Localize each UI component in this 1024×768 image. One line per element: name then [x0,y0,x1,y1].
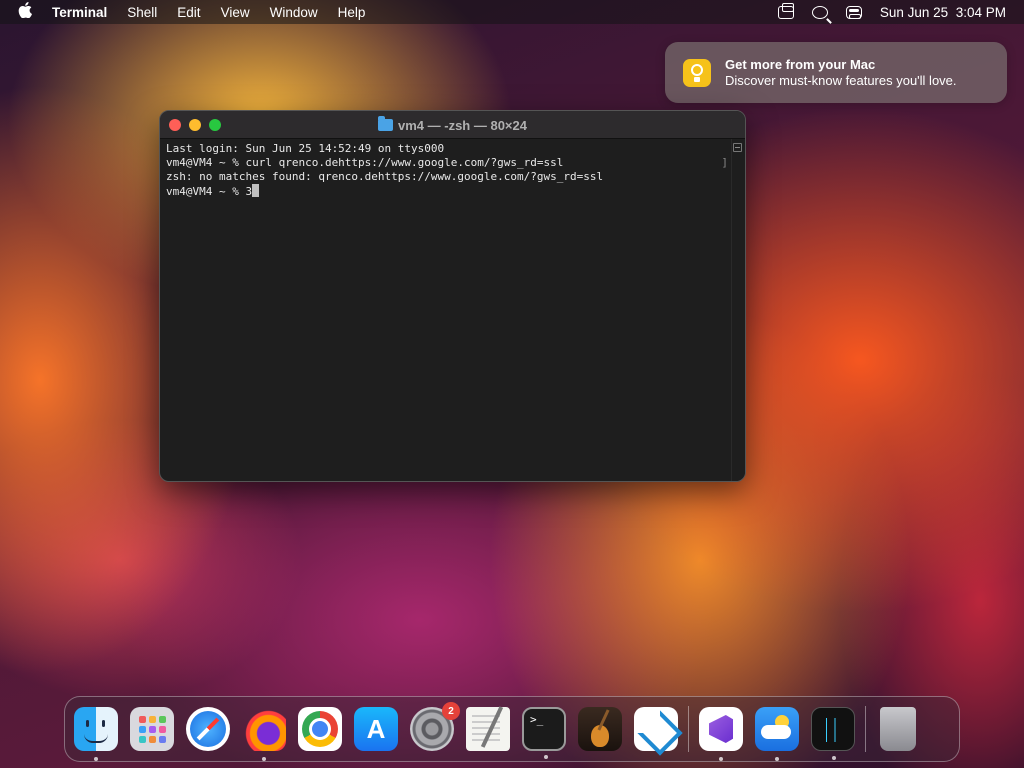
dock-separator [688,706,689,752]
screen-mirroring-icon[interactable] [777,2,794,19]
running-indicator [544,755,548,759]
dock-activity-monitor-icon[interactable] [811,707,855,760]
apple-icon[interactable] [18,2,38,22]
scrollbar[interactable] [731,139,745,481]
dock-trash-icon[interactable] [880,707,916,751]
menubar-time: 3:04 PM [955,4,1006,20]
notification-text: Get more from your Mac Discover must-kno… [725,57,957,89]
menu-bar: Terminal Shell Edit View Window Help Sun… [0,0,1024,24]
menu-help[interactable]: Help [338,5,366,20]
dock-weather-icon[interactable] [755,707,799,761]
running-indicator [94,757,98,761]
close-button[interactable] [169,118,181,131]
spotlight-search-icon[interactable] [811,5,828,19]
zoom-button[interactable] [209,118,221,131]
dock-app-store-icon[interactable] [354,707,398,751]
terminal-line: vm4@VM4 ~ % 3 [166,185,253,198]
dock-firefox-icon[interactable] [242,707,286,761]
text-cursor [252,184,260,197]
minimize-button[interactable] [189,118,201,131]
lightbulb-icon [683,58,711,87]
notification-badge: 2 [442,702,460,720]
menu-shell[interactable]: Shell [127,5,157,20]
window-title: vm4 — -zsh — 80×24 [398,117,527,133]
folder-icon [378,116,393,131]
menu-window[interactable]: Window [270,5,318,20]
menu-edit[interactable]: Edit [177,5,200,20]
dock-visual-studio-icon[interactable] [699,707,743,761]
terminal-output[interactable]: Last login: Sun Jun 25 14:52:49 on ttys0… [160,139,731,481]
notification-banner[interactable]: Get more from your Mac Discover must-kno… [665,42,1007,103]
running-indicator [775,757,779,761]
menu-app-terminal[interactable]: Terminal [52,5,107,20]
bracket-marker: ] [721,156,728,169]
terminal-line: Last login: Sun Jun 25 14:52:49 on ttys0… [166,142,445,155]
terminal-line: zsh: no matches found: qrenco.dehttps://… [166,170,604,183]
terminal-titlebar[interactable]: vm4 — -zsh — 80×24 [160,111,745,139]
dock-safari-icon[interactable] [186,707,230,751]
window-controls [169,118,221,131]
notification-body: Discover must-know features you'll love. [725,72,957,88]
menubar-clock[interactable]: Sun Jun 25 3:04 PM [880,5,1006,20]
terminal-line: vm4@VM4 ~ % curl qrenco.dehttps://www.go… [166,156,564,169]
dock-garageband-icon[interactable] [578,707,622,751]
control-center-icon[interactable] [845,5,862,19]
dock-settings-icon[interactable]: 2 [410,702,460,751]
dock-chrome-icon[interactable] [298,707,342,751]
dock-textedit-icon[interactable] [466,707,510,751]
menubar-status-area: Sun Jun 25 3:04 PM [777,2,1006,20]
dock-launchpad-icon[interactable] [130,707,174,751]
dock-separator [865,706,866,752]
menubar-date: Sun Jun 25 [879,4,949,20]
running-indicator [832,756,836,760]
dock-terminal-icon[interactable] [522,707,566,759]
split-pane-icon[interactable] [733,143,742,152]
dock-finder-icon[interactable] [74,707,118,761]
menu-view[interactable]: View [221,5,250,20]
running-indicator [262,757,266,761]
window-title-wrap: vm4 — -zsh — 80×24 [160,111,745,139]
terminal-window[interactable]: vm4 — -zsh — 80×24 Last login: Sun Jun 2… [159,110,746,482]
dock: 2 [64,696,960,762]
notification-title: Get more from your Mac [725,56,876,72]
terminal-prompt-line: vm4@VM4 ~ % 3 [166,184,725,199]
dock-vscode-icon[interactable] [634,707,678,751]
running-indicator [719,757,723,761]
